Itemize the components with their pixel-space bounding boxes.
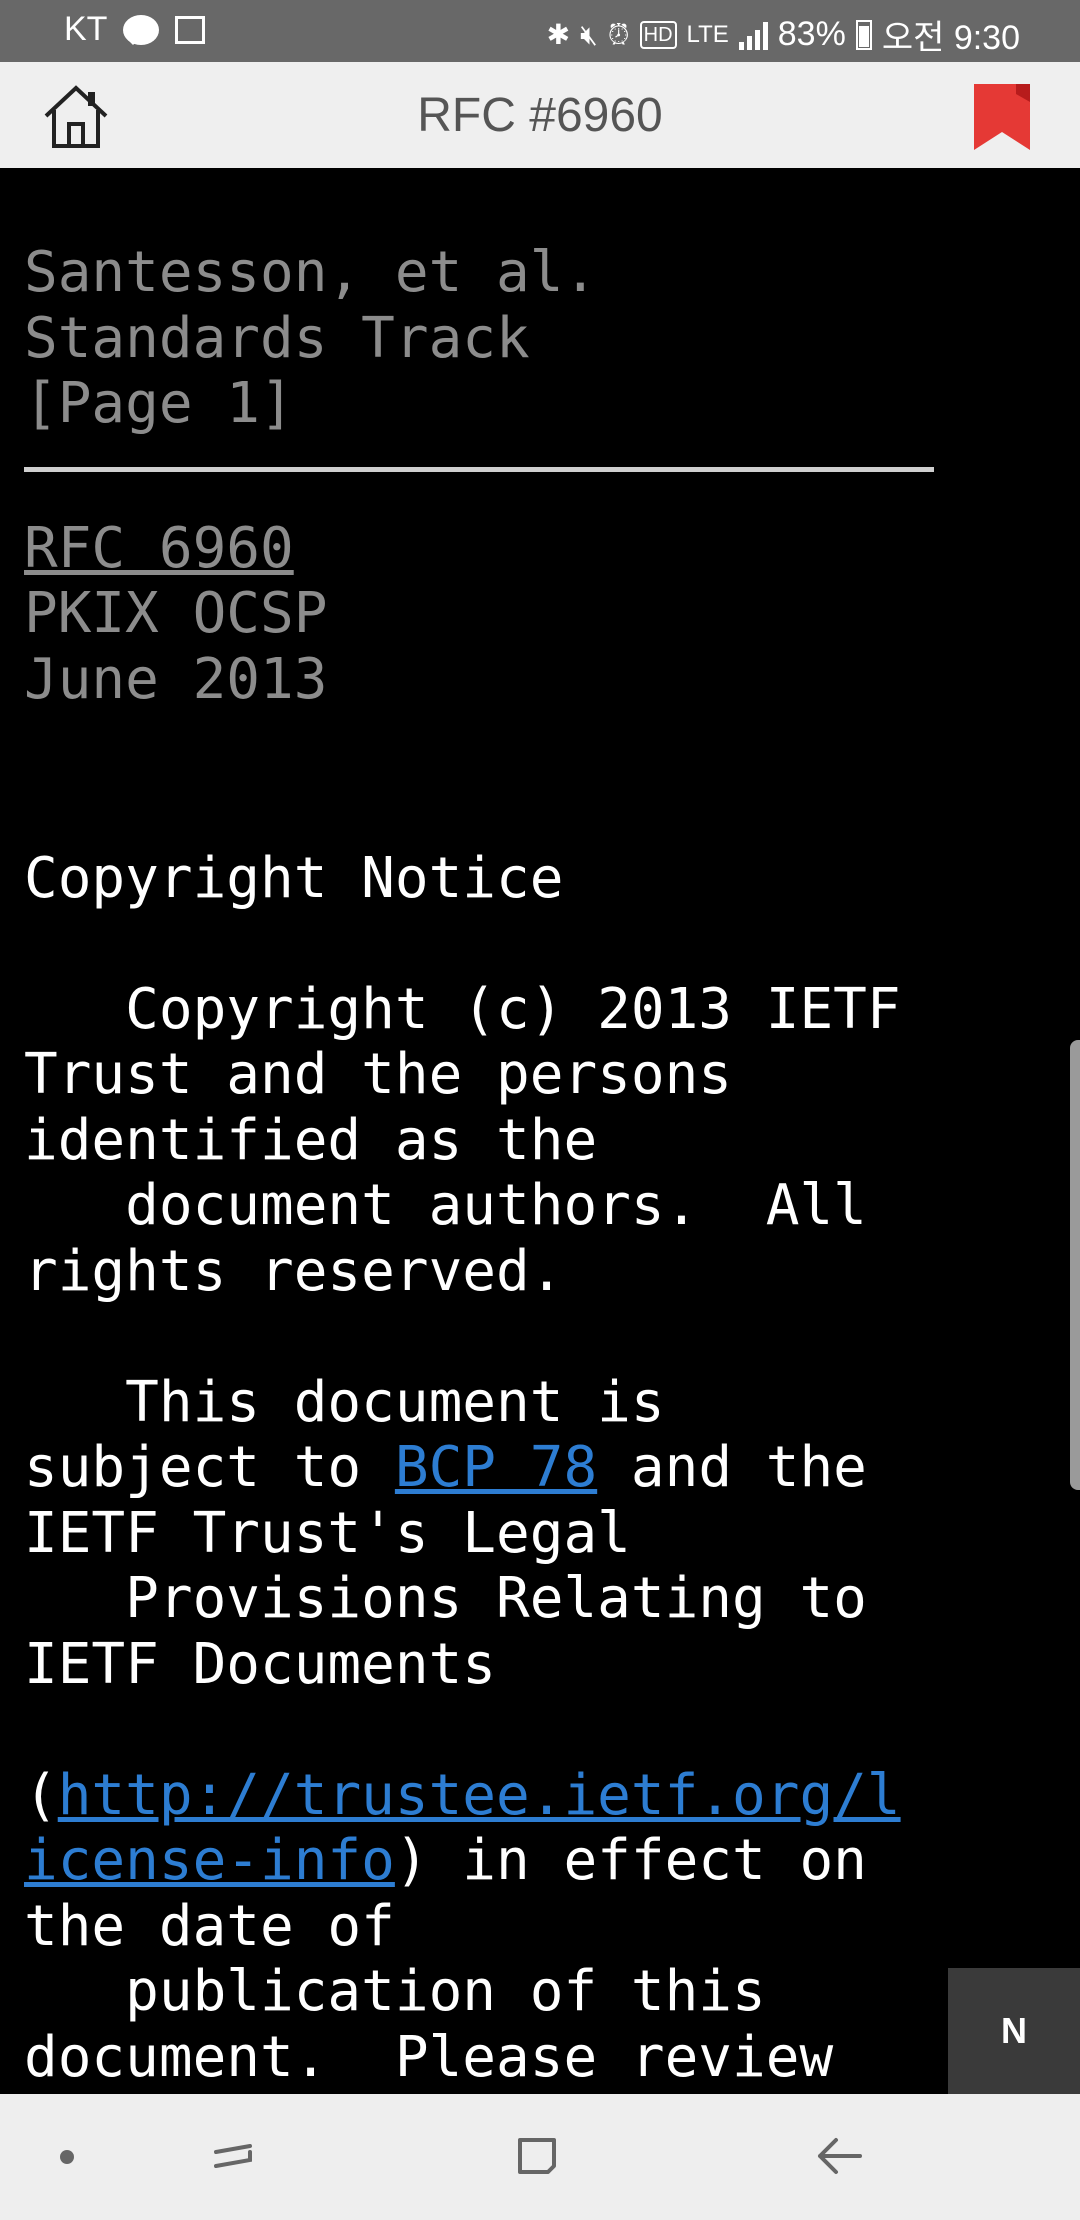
bluetooth-icon: ✱ xyxy=(546,18,571,50)
clock: 오전 9:30 xyxy=(881,19,1020,57)
paragraph-line: subject to BCP 78 and the xyxy=(24,1435,944,1501)
app-toolbar: RFC #6960 xyxy=(0,62,1080,168)
battery-percent: 83% xyxy=(777,15,846,53)
text-span: ) in effect on xyxy=(394,1828,867,1893)
text-span: ( xyxy=(24,1762,58,1828)
recent-apps-icon[interactable] xyxy=(206,2126,266,2186)
paragraph-line: publication of this xyxy=(24,1959,766,2024)
paragraph-line: document authors. All xyxy=(24,1173,867,1238)
paragraph-line: the date of xyxy=(24,1893,395,1959)
license-info-link[interactable]: http://trustee.ietf.org/l xyxy=(58,1763,901,1828)
document-text: Santesson, et al. Standards Track [Page … xyxy=(24,240,944,2090)
nav-dot-icon[interactable] xyxy=(60,2150,74,2164)
paragraph-line: Provisions Relating to xyxy=(24,1566,867,1631)
paragraph-line: This document is xyxy=(24,1369,665,1435)
scrollbar-thumb[interactable] xyxy=(1070,1040,1080,1490)
rfc-link[interactable]: RFC 6960 xyxy=(24,516,294,581)
section-title: Copyright Notice xyxy=(24,845,564,911)
next-button[interactable]: N xyxy=(948,1968,1080,2094)
page-footer-line: Santesson, et al. xyxy=(24,240,598,305)
page-break-divider xyxy=(24,466,934,472)
license-info-link-cont[interactable]: icense-info xyxy=(24,1828,395,1893)
page-footer-line: [Page 1] xyxy=(24,371,294,436)
system-nav-bar xyxy=(0,2094,1080,2220)
bookmark-icon xyxy=(974,84,1030,150)
status-bar: KT ✱ 🔇︎ ⏰︎ HD LTE 83% 오전 9:30 xyxy=(0,0,1080,62)
mute-icon: 🔇︎ xyxy=(580,18,598,50)
talk-notification-icon xyxy=(123,14,160,45)
carrier-label: KT xyxy=(64,10,108,48)
gallery-notification-icon xyxy=(175,15,206,44)
next-button-label: N xyxy=(1001,2010,1027,2051)
paragraph-line: Copyright (c) 2013 IETF xyxy=(24,976,901,1042)
bcp78-link[interactable]: BCP 78 xyxy=(395,1435,597,1500)
paragraph-line: IETF Documents xyxy=(24,1631,497,1697)
paragraph-line: (http://trustee.ietf.org/l xyxy=(24,1763,944,1829)
signal-strength-icon xyxy=(738,20,768,50)
bookmark-button[interactable] xyxy=(970,80,1034,152)
paragraph-line: document. Please review xyxy=(24,2024,834,2090)
alarm-icon: ⏰︎ xyxy=(607,18,630,50)
paragraph-line: identified as the xyxy=(24,1107,598,1173)
paragraph-line: Trust and the persons xyxy=(24,1042,733,1107)
network-type-icon: LTE xyxy=(686,20,729,48)
paragraph-line: rights reserved. xyxy=(24,1238,564,1304)
home-nav-icon[interactable] xyxy=(508,2126,568,2186)
page-header-line: June 2013 xyxy=(24,646,328,712)
page-header-line: PKIX OCSP xyxy=(24,581,328,646)
page-title: RFC #6960 xyxy=(417,89,663,142)
back-icon[interactable] xyxy=(810,2126,870,2186)
status-bar-left: KT xyxy=(64,10,206,49)
text-span: and the xyxy=(597,1435,867,1500)
status-bar-right: ✱ 🔇︎ ⏰︎ HD LTE 83% 오전 9:30 xyxy=(547,10,1020,59)
paragraph-line: IETF Trust's Legal xyxy=(24,1500,631,1566)
document-view[interactable]: Santesson, et al. Standards Track [Page … xyxy=(0,168,1080,2094)
hd-voice-icon: HD xyxy=(639,20,677,49)
battery-icon xyxy=(855,19,872,50)
page-footer-line: Standards Track xyxy=(24,305,530,371)
text-span: subject to xyxy=(24,1435,395,1500)
paragraph-line: icense-info) in effect on xyxy=(24,1828,944,1894)
